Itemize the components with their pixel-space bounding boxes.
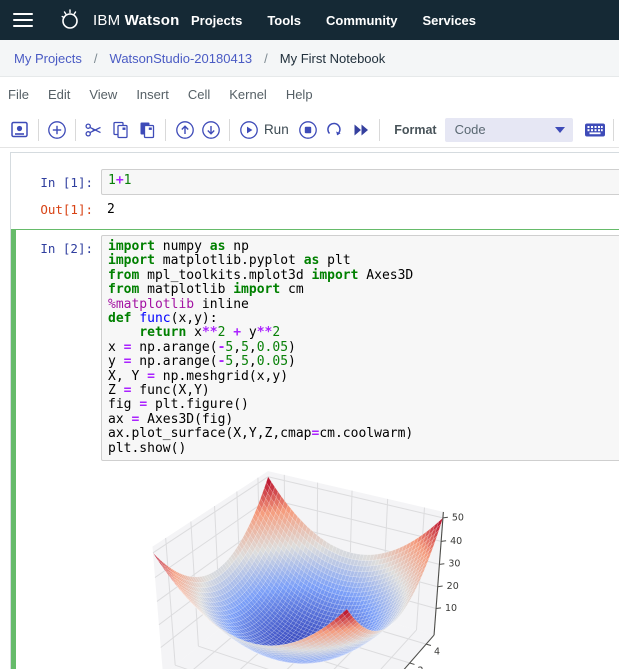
cell-type-value: Code: [454, 122, 486, 137]
menu-cell[interactable]: Cell: [188, 83, 210, 106]
code-input-area[interactable]: import numpy as np import matplotlib.pyp…: [101, 235, 619, 462]
input-prompt: In [1]:: [40, 175, 93, 190]
restart-kernel-button[interactable]: [321, 117, 348, 143]
cell-output-text: 2: [107, 202, 115, 217]
move-cell-up-button[interactable]: [171, 117, 198, 143]
paste-cell-button[interactable]: [134, 117, 161, 143]
output-prompt: Out[1]:: [40, 202, 93, 217]
surface-plot-3d: [114, 462, 506, 669]
play-circle-icon: [239, 120, 259, 140]
breadcrumb-separator: /: [93, 50, 98, 66]
toolbar-separator: [379, 118, 381, 141]
code-source: 1+1: [108, 173, 132, 188]
menu-insert[interactable]: Insert: [136, 83, 169, 106]
app-header: IBM Watson Projects Tools Community Service…: [0, 0, 619, 40]
save-icon: [10, 120, 29, 139]
restart-icon: [324, 120, 344, 140]
menu-edit[interactable]: Edit: [48, 83, 70, 106]
copy-icon: [111, 120, 131, 140]
notebook-menubar: File Edit View Insert Cell Kernel Help: [0, 77, 619, 112]
breadcrumb: My Projects / WatsonStudio-20180413 / My Fir…: [0, 40, 619, 77]
keyboard-shortcuts-button[interactable]: [582, 117, 609, 143]
scissors-icon: [84, 120, 104, 140]
paste-icon: [137, 120, 157, 140]
code-input-area[interactable]: 1+1: [101, 169, 619, 195]
arrow-up-circle-icon: [175, 120, 195, 140]
restart-run-all-button[interactable]: [348, 117, 375, 143]
cell-output-plot: [21, 462, 619, 669]
notebook-toolbar: Run Format Code: [0, 112, 619, 148]
breadcrumb-current: My First Notebook: [279, 50, 386, 66]
cut-cell-button[interactable]: [81, 117, 108, 143]
copy-cell-button[interactable]: [107, 117, 134, 143]
format-label: Format: [394, 122, 437, 137]
fast-forward-icon: [351, 120, 371, 140]
breadcrumb-link[interactable]: My Projects: [14, 51, 82, 66]
arrow-down-circle-icon: [201, 120, 221, 140]
toolbar-separator: [165, 118, 167, 141]
code-source: import numpy as np import matplotlib.pyp…: [108, 239, 414, 456]
brand-text: IBM Watson: [93, 11, 180, 29]
add-cell-button[interactable]: [43, 117, 70, 143]
cell-type-dropdown[interactable]: Code: [444, 117, 573, 142]
watson-avatar-icon: [57, 7, 83, 33]
header-nav-projects[interactable]: Projects: [191, 13, 242, 28]
menu-view[interactable]: View: [89, 83, 117, 106]
menu-file[interactable]: File: [8, 83, 29, 106]
breadcrumb-separator: /: [264, 50, 268, 66]
toolbar-separator: [74, 118, 76, 141]
input-prompt: In [2]:: [40, 241, 93, 256]
breadcrumb-link[interactable]: WatsonStudio-20180413: [110, 51, 253, 66]
menu-kernel[interactable]: Kernel: [229, 83, 267, 106]
run-label[interactable]: Run: [264, 122, 289, 137]
ibm-watson-brand: IBM Watson: [57, 7, 179, 33]
hamburger-menu-icon[interactable]: [13, 13, 33, 27]
header-nav-community[interactable]: Community: [326, 13, 398, 28]
move-cell-down-button[interactable]: [198, 117, 225, 143]
interrupt-kernel-button[interactable]: [295, 117, 322, 143]
toolbar-separator: [229, 118, 231, 141]
stop-circle-icon: [298, 120, 318, 140]
notebook-container: In [1]: 1+1 Out[1]: 2 In [2]: import num…: [10, 152, 619, 669]
header-nav-tools[interactable]: Tools: [267, 13, 301, 28]
toolbar-separator: [613, 118, 614, 141]
header-nav-services[interactable]: Services: [423, 13, 477, 28]
run-cell-button[interactable]: [235, 117, 262, 143]
code-cell-1[interactable]: In [1]: 1+1 Out[1]: 2: [11, 163, 619, 223]
chevron-down-icon: [554, 126, 565, 133]
toolbar-separator: [37, 118, 39, 141]
keyboard-icon: [584, 121, 606, 139]
code-cell-2[interactable]: In [2]: import numpy as np import matplo…: [11, 229, 619, 669]
plus-circle-icon: [47, 120, 67, 140]
watson-studio-notebook-page: { "header": { "brand": { "prefix": "IBM"…: [0, 0, 619, 669]
menu-help[interactable]: Help: [286, 83, 313, 106]
save-button[interactable]: [6, 117, 33, 143]
header-nav: Projects Tools Community Services: [191, 0, 476, 40]
